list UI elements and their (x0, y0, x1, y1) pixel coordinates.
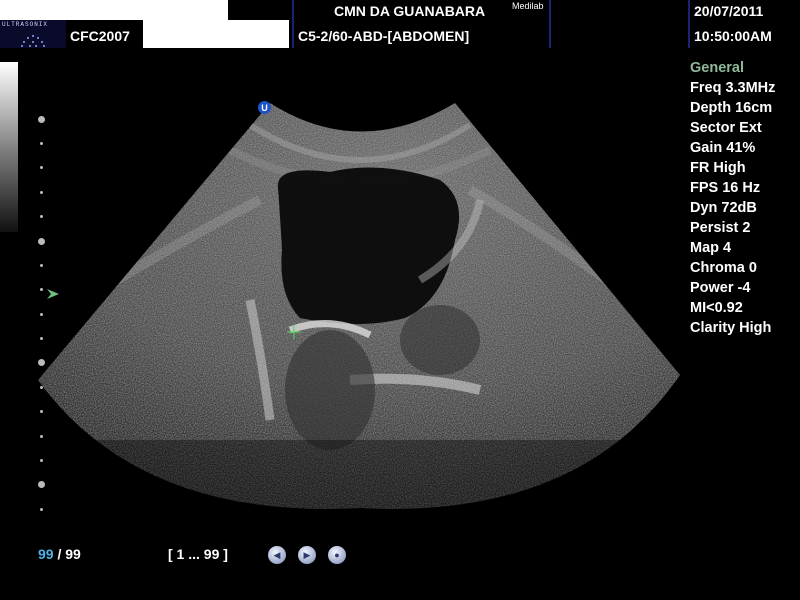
play-back-icon: ◀ (273, 549, 281, 560)
param-dynamic-range: Dyn 72dB (690, 200, 757, 216)
stop-icon: ● (334, 549, 340, 560)
stop-button[interactable]: ● (328, 546, 346, 564)
orientation-marker-icon: U (258, 101, 271, 114)
play-forward-icon: ▶ (303, 549, 311, 560)
param-gain: Gain 41% (690, 140, 756, 156)
param-persistence: Persist 2 (690, 220, 751, 236)
param-map: Map 4 (690, 240, 732, 256)
param-frequency: Freq 3.3MHz (690, 80, 776, 96)
param-chroma: Chroma 0 (690, 260, 757, 276)
param-power: Power -4 (690, 280, 751, 296)
frame-range: [ 1 ... 99 ] (168, 546, 228, 562)
frame-total: / 99 (57, 546, 81, 562)
frame-current: 99 (38, 546, 54, 562)
param-depth: Depth 16cm (690, 100, 773, 116)
param-sector: Sector Ext (690, 120, 762, 136)
params-section-title: General (690, 60, 744, 76)
param-fps: FPS 16 Hz (690, 180, 761, 196)
next-frame-button[interactable]: ▶ (298, 546, 316, 564)
param-mechanical-index: MI<0.92 (690, 300, 743, 316)
imaging-parameters: General Freq 3.3MHz Depth 16cm Sector Ex… (690, 58, 800, 338)
param-clarity: Clarity High (690, 320, 772, 336)
frame-counter: 99 / 99 (38, 546, 81, 562)
previous-frame-button[interactable]: ◀ (268, 546, 286, 564)
ultrasound-image[interactable] (0, 0, 800, 600)
param-frame-rate: FR High (690, 160, 746, 176)
